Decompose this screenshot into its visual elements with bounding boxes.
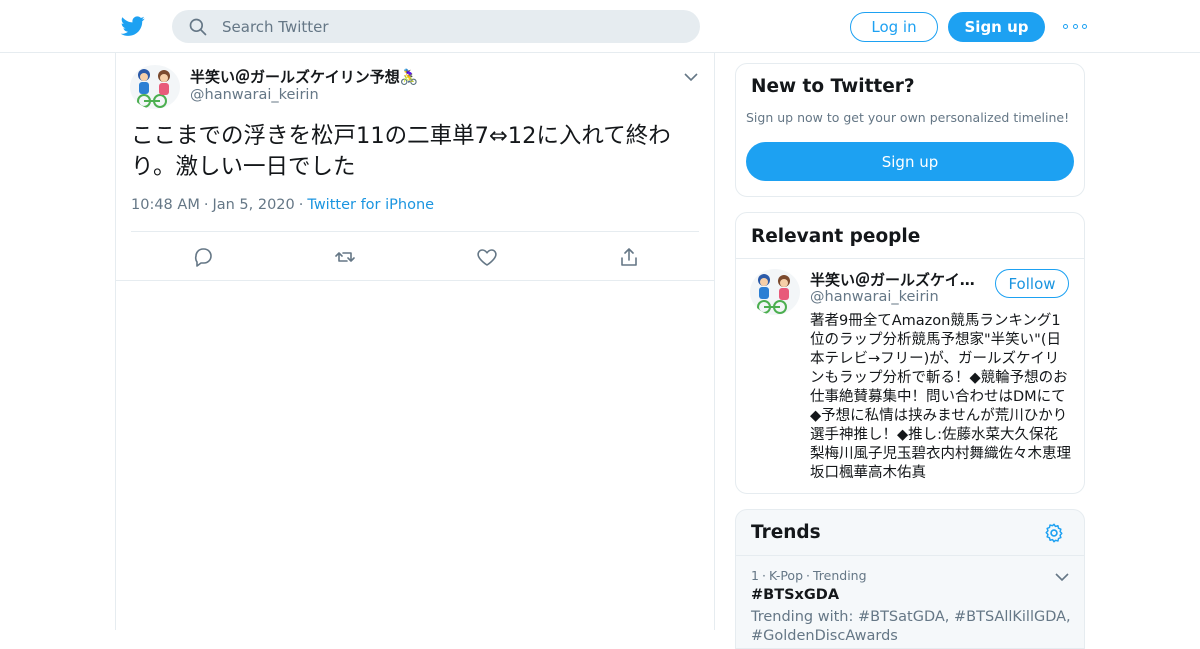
divider bbox=[736, 555, 1084, 556]
share-icon[interactable] bbox=[617, 245, 641, 269]
reply-icon[interactable] bbox=[191, 245, 215, 269]
chevron-down-icon[interactable] bbox=[1054, 568, 1070, 582]
card-title: Relevant people bbox=[751, 226, 921, 247]
separator: · bbox=[298, 197, 304, 213]
search-icon bbox=[188, 17, 208, 37]
trend-rank: 1 bbox=[751, 568, 759, 583]
search-box[interactable]: Search Twitter bbox=[172, 10, 700, 43]
separator: · bbox=[203, 197, 209, 213]
gear-icon[interactable] bbox=[1043, 522, 1065, 544]
tweet-column: 半笑い＠ガールズケイリン予想🚴‍♀️ @hanwarai_keirin ここまで… bbox=[115, 53, 715, 630]
card-title: New to Twitter? bbox=[751, 76, 915, 97]
divider bbox=[131, 231, 699, 232]
top-navigation-bar: Search Twitter Log in Sign up bbox=[0, 0, 1200, 53]
new-to-twitter-card: New to Twitter? Sign up now to get your … bbox=[735, 63, 1085, 197]
avatar[interactable] bbox=[130, 65, 180, 109]
person-name[interactable]: 半笑い＠ガールズケイリン予想🚴‍♀️ bbox=[810, 269, 988, 290]
trend-status: Trending bbox=[813, 568, 867, 583]
twitter-bird-icon[interactable] bbox=[120, 14, 146, 38]
login-button[interactable]: Log in bbox=[850, 12, 938, 42]
tweet-time[interactable]: 10:48 AM bbox=[131, 197, 200, 213]
separator: · bbox=[761, 568, 766, 583]
author-handle[interactable]: @hanwarai_keirin bbox=[190, 87, 319, 103]
like-icon[interactable] bbox=[475, 245, 499, 269]
separator: · bbox=[806, 568, 810, 583]
tweet-metadata: 10:48 AM · Jan 5, 2020 · Twitter for iPhone bbox=[131, 197, 434, 213]
card-title: Trends bbox=[751, 522, 821, 543]
tweet-text: ここまでの浮きを松戸11の二車単7⇔12に入れて終わり。激しい一日でした bbox=[131, 123, 671, 180]
divider bbox=[736, 258, 1084, 259]
search-input[interactable]: Search Twitter bbox=[222, 18, 329, 36]
trend-category: K-Pop bbox=[768, 568, 804, 583]
trends-card: Trends 1 · K-Pop · Trending #BTSxGDA Trendin… bbox=[735, 509, 1085, 649]
chevron-down-icon[interactable] bbox=[683, 68, 699, 82]
card-subtitle: Sign up now to get your own personalized… bbox=[746, 110, 1070, 125]
trend-metadata: 1 · K-Pop · Trending bbox=[751, 568, 867, 583]
tweet-date[interactable]: Jan 5, 2020 bbox=[212, 197, 294, 213]
tweet-source-link[interactable]: Twitter for iPhone bbox=[307, 197, 434, 213]
trend-related: Trending with: #BTSatGDA, #BTSAllKillGDA… bbox=[751, 609, 1071, 644]
signup-button[interactable]: Sign up bbox=[948, 12, 1045, 42]
relevant-people-card: Relevant people 半笑い＠ガールズケイリン予想🚴‍♀️ @hanw… bbox=[735, 212, 1085, 494]
trend-hashtag[interactable]: #BTSxGDA bbox=[751, 587, 839, 603]
person-bio: 著者9冊全てAmazon競馬ランキング1位のラップ分析競馬予想家"半笑い"(日本… bbox=[810, 313, 1071, 481]
author-name[interactable]: 半笑い＠ガールズケイリン予想🚴‍♀️ bbox=[190, 66, 418, 87]
person-handle[interactable]: @hanwarai_keirin bbox=[810, 289, 939, 305]
tweet: 半笑い＠ガールズケイリン予想🚴‍♀️ @hanwarai_keirin ここまで… bbox=[116, 53, 714, 281]
signup-button[interactable]: Sign up bbox=[746, 142, 1074, 181]
more-dots-icon[interactable] bbox=[1063, 20, 1087, 32]
retweet-icon[interactable] bbox=[333, 245, 357, 269]
follow-button[interactable]: Follow bbox=[995, 269, 1069, 298]
avatar[interactable] bbox=[750, 269, 800, 315]
